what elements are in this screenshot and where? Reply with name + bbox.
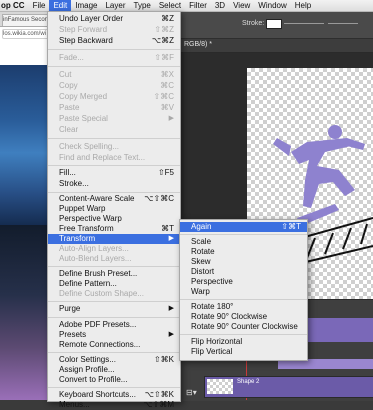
menu-item-paste[interactable]: Paste ⌘V: [48, 103, 180, 113]
submenu-item-skew[interactable]: Skew: [180, 257, 307, 267]
menu-item-copy[interactable]: Copy ⌘C: [48, 81, 180, 91]
menu-item-paste-special[interactable]: Paste Special ▶: [48, 114, 180, 124]
submenu-arrow-icon: ▶: [168, 235, 174, 242]
menu-image[interactable]: Image: [71, 0, 101, 11]
stroke-swatch[interactable]: [266, 19, 282, 29]
menu-item-presets[interactable]: Presets ▶: [48, 330, 180, 340]
menu-separator: [48, 352, 180, 353]
menu-item-cut[interactable]: Cut ⌘X: [48, 70, 180, 80]
submenu-arrow-icon: ▶: [168, 331, 174, 338]
menu-file[interactable]: File: [29, 0, 50, 11]
browser-window: inFamous Secon los.wikia.com/wi: [0, 12, 52, 400]
document-tab-title: RGB/8) *: [184, 41, 213, 48]
menu-item-copy-merged[interactable]: Copy Merged ⇧⌘C: [48, 92, 180, 102]
submenu-item-rotate-180[interactable]: Rotate 180°: [180, 302, 307, 312]
stroke-width-control[interactable]: [284, 23, 324, 24]
menu-item-stroke[interactable]: Stroke...: [48, 179, 180, 189]
menu-edit[interactable]: Edit: [49, 0, 72, 11]
menu-item-step-forward[interactable]: Step Forward ⇧⌘Z: [48, 25, 180, 35]
menu-item-define-pattern[interactable]: Define Pattern...: [48, 279, 180, 289]
browser-tabstrip: inFamous Secon: [0, 12, 52, 27]
menu-3d[interactable]: 3D: [211, 0, 229, 11]
submenu-item-perspective[interactable]: Perspective: [180, 277, 307, 287]
menu-item-find-replace[interactable]: Find and Replace Text...: [48, 153, 180, 163]
menu-item-auto-align[interactable]: Auto-Align Layers...: [48, 244, 180, 254]
menu-item-define-shape[interactable]: Define Custom Shape...: [48, 289, 180, 299]
submenu-item-rotate-90-ccw[interactable]: Rotate 90° Counter Clockwise: [180, 322, 307, 332]
menu-type[interactable]: Type: [130, 0, 155, 11]
transform-submenu: Again ⇧⌘T Scale Rotate Skew Distort Persp…: [179, 219, 308, 361]
submenu-item-scale[interactable]: Scale: [180, 237, 307, 247]
menu-item-free-transform[interactable]: Free Transform ⌘T: [48, 224, 180, 234]
menu-separator: [48, 49, 180, 50]
menu-separator: [48, 301, 180, 302]
layer-options-icon[interactable]: ⊟▾: [186, 388, 197, 397]
menu-item-define-brush[interactable]: Define Brush Preset...: [48, 269, 180, 279]
menu-item-fill[interactable]: Fill... ⇧F5: [48, 168, 180, 178]
menu-item-purge[interactable]: Purge ▶: [48, 304, 180, 314]
url-field[interactable]: los.wikia.com/wi: [2, 29, 50, 39]
ocean-image: [0, 65, 52, 225]
submenu-arrow-icon: ▶: [168, 305, 174, 312]
stroke-label: Stroke:: [242, 20, 265, 27]
menu-filter[interactable]: Filter: [185, 0, 211, 11]
submenu-item-warp[interactable]: Warp: [180, 287, 307, 297]
menu-item-fade[interactable]: Fade... ⇧⌘F: [48, 53, 180, 63]
menu-layer[interactable]: Layer: [101, 0, 129, 11]
stroke-type-control[interactable]: [328, 23, 358, 24]
menu-item-transform[interactable]: Transform ▶: [48, 234, 180, 244]
menu-separator: [180, 334, 307, 335]
menu-item-undo[interactable]: Undo Layer Order ⌘Z: [48, 14, 180, 24]
menu-separator: [180, 299, 307, 300]
timeline-clip[interactable]: Shape 2: [204, 376, 373, 398]
menu-separator: [48, 138, 180, 139]
background-image: [0, 225, 52, 400]
submenu-item-flip-vertical[interactable]: Flip Vertical: [180, 347, 307, 357]
submenu-item-distort[interactable]: Distort: [180, 267, 307, 277]
menu-separator: [180, 234, 307, 235]
menu-separator: [48, 317, 180, 318]
menu-window[interactable]: Window: [254, 0, 290, 11]
submenu-item-flip-horizontal[interactable]: Flip Horizontal: [180, 337, 307, 347]
menu-item-clear[interactable]: Clear: [48, 125, 180, 135]
menu-item-content-aware-scale[interactable]: Content-Aware Scale ⌥⇧⌘C: [48, 194, 180, 204]
menu-item-keyboard-shortcuts[interactable]: Keyboard Shortcuts... ⌥⇧⌘K: [48, 390, 180, 400]
clip-thumbnail: [207, 379, 233, 394]
submenu-item-rotate-90-cw[interactable]: Rotate 90° Clockwise: [180, 312, 307, 322]
browser-tab[interactable]: inFamous Secon: [2, 14, 52, 26]
menu-item-perspective-warp[interactable]: Perspective Warp: [48, 214, 180, 224]
submenu-item-again[interactable]: Again ⇧⌘T: [180, 222, 307, 232]
menu-separator: [48, 266, 180, 267]
menu-item-assign-profile[interactable]: Assign Profile...: [48, 365, 180, 375]
menu-item-auto-blend[interactable]: Auto-Blend Layers...: [48, 254, 180, 264]
menu-item-puppet-warp[interactable]: Puppet Warp: [48, 204, 180, 214]
edit-menu-dropdown: Undo Layer Order ⌘Z Step Forward ⇧⌘Z Step …: [47, 11, 181, 409]
menu-separator: [48, 387, 180, 388]
menu-item-check-spelling[interactable]: Check Spelling...: [48, 142, 180, 152]
menu-item-menus[interactable]: Menus... ⌥⇧⌘M: [48, 400, 180, 410]
submenu-arrow-icon: ▶: [168, 115, 174, 122]
skater-figure: [273, 125, 365, 232]
menu-separator: [48, 66, 180, 67]
menu-separator: [48, 192, 180, 193]
app-menu[interactable]: op CC: [0, 0, 29, 11]
menu-item-pdf-presets[interactable]: Adobe PDF Presets...: [48, 320, 180, 330]
submenu-item-rotate[interactable]: Rotate: [180, 247, 307, 257]
menu-item-convert-profile[interactable]: Convert to Profile...: [48, 375, 180, 385]
menu-item-step-backward[interactable]: Step Backward ⌥⌘Z: [48, 36, 180, 46]
menu-separator: [48, 165, 180, 166]
menu-select[interactable]: Select: [155, 0, 185, 11]
menu-item-color-settings[interactable]: Color Settings... ⇧⌘K: [48, 355, 180, 365]
menu-view[interactable]: View: [229, 0, 254, 11]
document-tab[interactable]: RGB/8) *: [178, 39, 373, 53]
clip-label: Shape 2: [237, 379, 260, 385]
menu-help[interactable]: Help: [291, 0, 315, 11]
menu-item-remote-connections[interactable]: Remote Connections...: [48, 340, 180, 350]
